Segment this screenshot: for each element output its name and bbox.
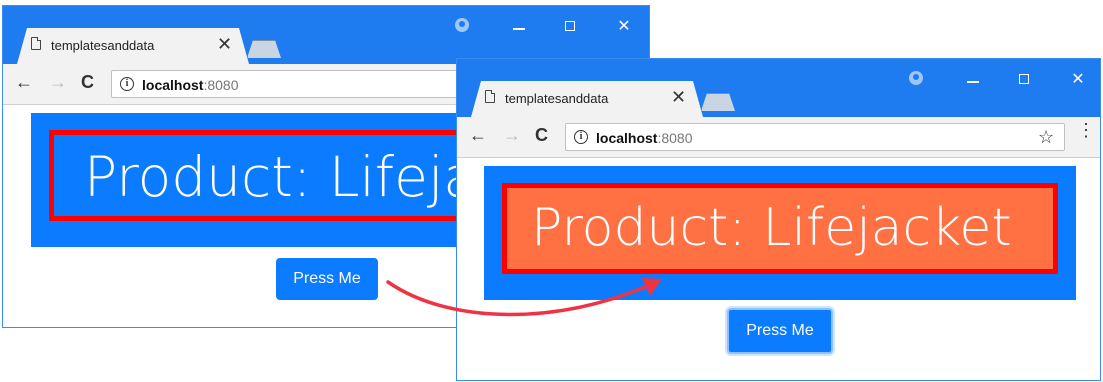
url-text: localhost:8080 xyxy=(142,77,239,93)
browser-tab[interactable]: templatesanddata ✕ xyxy=(471,81,703,117)
window-close-icon[interactable]: ✕ xyxy=(1068,69,1088,89)
url-text: localhost:8080 xyxy=(596,130,693,146)
product-text: Product: Lifejacket xyxy=(531,198,1012,258)
url-port: :8080 xyxy=(203,77,239,93)
tab-close-icon[interactable]: ✕ xyxy=(671,87,686,108)
browser-window-after: templatesanddata ✕ ✕ ← → C i localhost:8… xyxy=(456,58,1101,381)
back-icon[interactable]: ← xyxy=(469,125,487,146)
reload-icon[interactable]: C xyxy=(81,72,94,93)
product-container: Product: Lifejacket xyxy=(484,166,1076,300)
maximize-icon[interactable] xyxy=(565,21,575,31)
info-icon[interactable]: i xyxy=(574,130,588,144)
page-icon xyxy=(485,90,495,103)
window-close-icon[interactable]: ✕ xyxy=(614,16,634,36)
maximize-icon[interactable] xyxy=(1019,74,1029,84)
press-me-button[interactable]: Press Me xyxy=(276,258,378,300)
info-icon[interactable]: i xyxy=(120,77,134,91)
minimize-icon[interactable] xyxy=(967,81,979,83)
account-icon[interactable] xyxy=(455,18,469,32)
new-tab-button[interactable] xyxy=(247,40,281,58)
page-icon xyxy=(31,37,41,50)
minimize-icon[interactable] xyxy=(513,28,525,30)
url-host: localhost xyxy=(142,77,204,93)
bookmark-star-icon[interactable]: ☆ xyxy=(1038,127,1054,148)
forward-icon[interactable]: → xyxy=(49,72,67,93)
tab-close-icon[interactable]: ✕ xyxy=(217,34,232,55)
title-bar: templatesanddata ✕ ✕ xyxy=(457,59,1100,117)
browser-tab[interactable]: templatesanddata ✕ xyxy=(17,28,249,64)
url-port: :8080 xyxy=(657,130,693,146)
product-highlight: Product: Lifejacket xyxy=(502,183,1058,274)
forward-icon[interactable]: → xyxy=(503,125,521,146)
page-content: Product: Lifejacket Press Me xyxy=(457,158,1100,380)
title-bar: templatesanddata ✕ ✕ xyxy=(3,6,649,64)
back-icon[interactable]: ← xyxy=(15,72,33,93)
tab-title: templatesanddata xyxy=(505,91,609,106)
tab-title: templatesanddata xyxy=(51,38,155,53)
url-host: localhost xyxy=(596,130,658,146)
address-bar[interactable]: i localhost:8080 ☆ xyxy=(565,123,1065,151)
press-me-button[interactable]: Press Me xyxy=(727,308,833,354)
toolbar: ← → C i localhost:8080 ☆ ⋮ xyxy=(457,117,1100,158)
account-icon[interactable] xyxy=(909,71,923,85)
menu-icon[interactable]: ⋮ xyxy=(1077,121,1095,139)
reload-icon[interactable]: C xyxy=(535,125,548,146)
new-tab-button[interactable] xyxy=(701,93,735,111)
